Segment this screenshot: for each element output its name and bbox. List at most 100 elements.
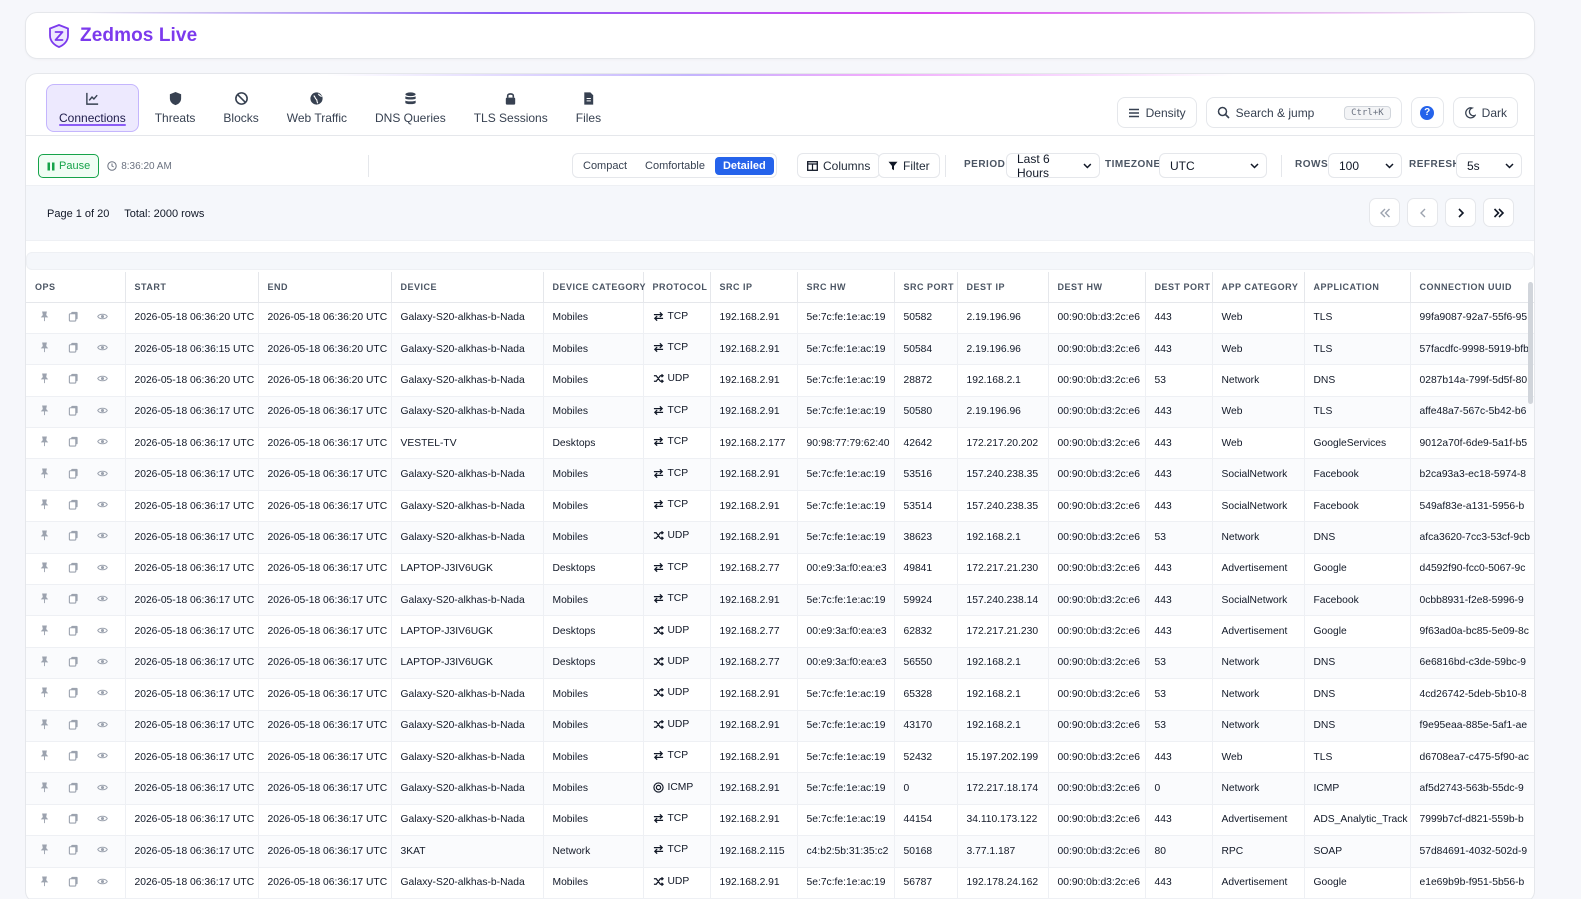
tab-connections[interactable]: Connections — [46, 84, 139, 132]
pin-button[interactable] — [39, 656, 50, 670]
copy-button[interactable] — [68, 373, 79, 387]
columns-button[interactable]: Columns — [797, 153, 881, 178]
view-button[interactable] — [97, 876, 108, 890]
copy-button[interactable] — [68, 405, 79, 419]
pin-button[interactable] — [39, 782, 50, 796]
pin-button[interactable] — [39, 311, 50, 325]
table-row[interactable]: 2026-05-18 06:36:17 UTC 2026-05-18 06:36:… — [26, 678, 1534, 711]
view-button[interactable] — [97, 373, 108, 387]
view-button[interactable] — [97, 719, 108, 733]
help-button[interactable]: ? — [1410, 97, 1444, 128]
table-row[interactable]: 2026-05-18 06:36:17 UTC 2026-05-18 06:36:… — [26, 427, 1534, 460]
tab-blocks[interactable]: Blocks — [211, 84, 270, 132]
copy-button[interactable] — [68, 311, 79, 325]
view-button[interactable] — [97, 436, 108, 450]
column-header-ops[interactable]: OPS — [26, 272, 126, 303]
tab-tls-sessions[interactable]: TLS Sessions — [462, 84, 560, 132]
search-input[interactable]: Search & jump Ctrl+K — [1205, 97, 1402, 128]
pin-button[interactable] — [39, 625, 50, 639]
pin-button[interactable] — [39, 468, 50, 482]
table-row[interactable]: 2026-05-18 06:36:17 UTC 2026-05-18 06:36:… — [26, 772, 1534, 805]
table-row[interactable]: 2026-05-18 06:36:17 UTC 2026-05-18 06:36:… — [26, 458, 1534, 491]
copy-button[interactable] — [68, 342, 79, 356]
column-header-application[interactable]: APPLICATION — [1304, 272, 1411, 303]
pin-button[interactable] — [39, 687, 50, 701]
filter-button[interactable]: Filter — [878, 153, 940, 178]
prev-page-button[interactable] — [1407, 198, 1438, 227]
pin-button[interactable] — [39, 562, 50, 576]
table-scrollbar[interactable] — [1528, 282, 1533, 404]
view-button[interactable] — [97, 750, 108, 764]
table-row[interactable]: 2026-05-18 06:36:20 UTC 2026-05-18 06:36:… — [26, 302, 1534, 334]
copy-button[interactable] — [68, 593, 79, 607]
density-detailed[interactable]: Detailed — [714, 156, 774, 175]
table-row[interactable]: 2026-05-18 06:36:17 UTC 2026-05-18 06:36:… — [26, 867, 1534, 899]
timezone-select[interactable]: UTC — [1159, 153, 1267, 178]
last-page-button[interactable] — [1483, 198, 1514, 227]
copy-button[interactable] — [68, 750, 79, 764]
pin-button[interactable] — [39, 719, 50, 733]
tab-web-traffic[interactable]: Web Traffic — [275, 84, 359, 132]
table-row[interactable]: 2026-05-18 06:36:17 UTC 2026-05-18 06:36:… — [26, 553, 1534, 586]
copy-button[interactable] — [68, 844, 79, 858]
table-row[interactable]: 2026-05-18 06:36:17 UTC 2026-05-18 06:36:… — [26, 647, 1534, 680]
copy-button[interactable] — [68, 530, 79, 544]
pin-button[interactable] — [39, 373, 50, 387]
view-button[interactable] — [97, 499, 108, 513]
pin-button[interactable] — [39, 436, 50, 450]
column-header-start[interactable]: START — [125, 272, 259, 303]
table-row[interactable]: 2026-05-18 06:36:17 UTC 2026-05-18 06:36:… — [26, 615, 1534, 648]
view-button[interactable] — [97, 813, 108, 827]
tab-files[interactable]: Files — [564, 84, 613, 132]
column-header-device-category[interactable]: DEVICE CATEGORY — [543, 272, 646, 303]
column-header-src-hw[interactable]: SRC HW — [797, 272, 895, 303]
view-button[interactable] — [97, 311, 108, 325]
table-row[interactable]: 2026-05-18 06:36:17 UTC 2026-05-18 06:36:… — [26, 741, 1534, 774]
column-header-end[interactable]: END — [258, 272, 392, 303]
theme-toggle-button[interactable]: Dark — [1452, 97, 1518, 128]
view-button[interactable] — [97, 342, 108, 356]
tab-dns-queries[interactable]: DNS Queries — [363, 84, 458, 132]
density-comfortable[interactable]: Comfortable — [637, 157, 713, 175]
column-header-protocol[interactable]: PROTOCOL — [643, 272, 711, 303]
view-button[interactable] — [97, 530, 108, 544]
column-header-app-category[interactable]: APP CATEGORY — [1212, 272, 1305, 303]
next-page-button[interactable] — [1445, 198, 1476, 227]
column-header-dest-ip[interactable]: DEST IP — [957, 272, 1049, 303]
copy-button[interactable] — [68, 813, 79, 827]
copy-button[interactable] — [68, 876, 79, 890]
rows-select[interactable]: 100 — [1328, 153, 1402, 178]
view-button[interactable] — [97, 562, 108, 576]
pin-button[interactable] — [39, 499, 50, 513]
copy-button[interactable] — [68, 499, 79, 513]
pause-button[interactable]: Pause — [38, 154, 100, 178]
copy-button[interactable] — [68, 468, 79, 482]
table-row[interactable]: 2026-05-18 06:36:20 UTC 2026-05-18 06:36:… — [26, 364, 1534, 397]
column-header-dest-hw[interactable]: DEST HW — [1048, 272, 1146, 303]
table-row[interactable]: 2026-05-18 06:36:17 UTC 2026-05-18 06:36:… — [26, 521, 1534, 554]
refresh-select[interactable]: 5s — [1456, 153, 1522, 178]
copy-button[interactable] — [68, 687, 79, 701]
density-button[interactable]: Density — [1116, 97, 1197, 128]
column-header-connection-uuid[interactable]: CONNECTION UUID — [1410, 272, 1534, 303]
view-button[interactable] — [97, 625, 108, 639]
column-header-src-port[interactable]: SRC PORT — [894, 272, 958, 303]
table-row[interactable]: 2026-05-18 06:36:17 UTC 2026-05-18 06:36:… — [26, 835, 1534, 868]
pin-button[interactable] — [39, 844, 50, 858]
column-header-dest-port[interactable]: DEST PORT — [1145, 272, 1213, 303]
pin-button[interactable] — [39, 813, 50, 827]
table-row[interactable]: 2026-05-18 06:36:17 UTC 2026-05-18 06:36:… — [26, 710, 1534, 742]
pin-button[interactable] — [39, 593, 50, 607]
table-row[interactable]: 2026-05-18 06:36:15 UTC 2026-05-18 06:36:… — [26, 333, 1534, 366]
pin-button[interactable] — [39, 342, 50, 356]
copy-button[interactable] — [68, 625, 79, 639]
view-button[interactable] — [97, 687, 108, 701]
view-button[interactable] — [97, 468, 108, 482]
tab-threats[interactable]: Threats — [143, 84, 208, 132]
pin-button[interactable] — [39, 750, 50, 764]
column-header-src-ip[interactable]: SRC IP — [710, 272, 798, 303]
view-button[interactable] — [97, 656, 108, 670]
copy-button[interactable] — [68, 782, 79, 796]
copy-button[interactable] — [68, 562, 79, 576]
period-select[interactable]: Last 6 Hours — [1006, 152, 1100, 180]
